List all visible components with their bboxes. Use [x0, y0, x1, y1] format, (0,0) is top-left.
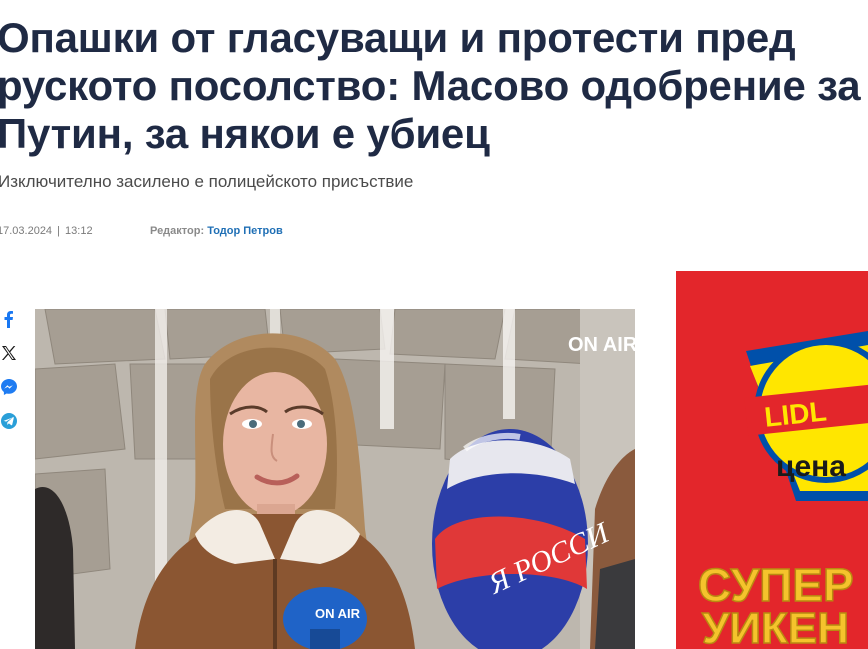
publish-date: 17.03.2024 — [0, 225, 53, 237]
x-twitter-icon[interactable] — [0, 344, 18, 362]
editor-link[interactable]: Тодор Петров — [207, 225, 283, 237]
facebook-icon[interactable] — [0, 310, 18, 328]
ad-badge: цена — [776, 450, 846, 483]
lidl-ad: LIDL цена СУПЕР УИКЕН — [676, 271, 868, 649]
article-subtitle: Изключително засилено е полицейското при… — [0, 172, 414, 191]
channel-watermark: ON AIR — [568, 334, 635, 356]
meta-separator: | — [54, 225, 64, 237]
share-bar — [0, 310, 22, 446]
article-photo[interactable]: ON AIR Я РОССИ ON AIR — [35, 309, 635, 649]
ad-banner[interactable]: LIDL цена СУПЕР УИКЕН — [676, 271, 868, 649]
ad-promo-line2: УИКЕН — [702, 604, 849, 649]
article-meta: 17.03.2024 | 13:12 — [0, 225, 93, 237]
publish-time: 13:12 — [65, 225, 93, 237]
telegram-icon[interactable] — [0, 412, 18, 430]
editor-label: Редактор: — [150, 225, 205, 237]
photo-illustration: ON AIR Я РОССИ ON AIR — [35, 309, 635, 649]
ad-brand: LIDL — [763, 395, 828, 432]
mic-logo: ON AIR — [315, 606, 361, 621]
article-headline: Опашки от гласуващи и протести пред руск… — [0, 14, 861, 157]
messenger-icon[interactable] — [0, 378, 18, 396]
article-editor: Редактор: Тодор Петров — [150, 225, 283, 237]
